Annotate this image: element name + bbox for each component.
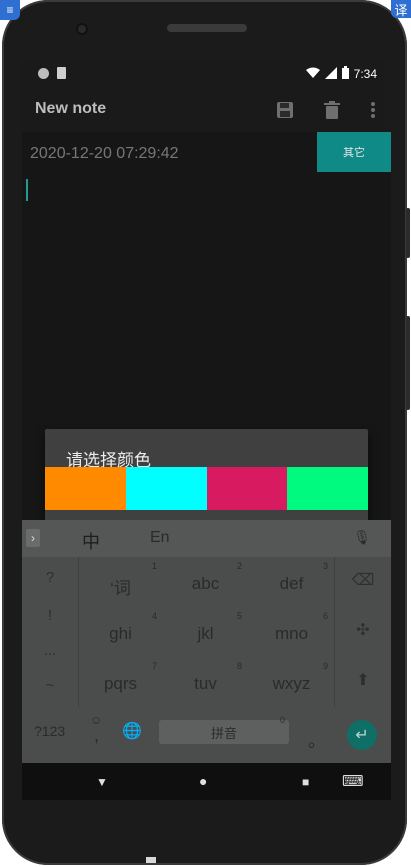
enter-icon[interactable]: ↵ [347, 720, 377, 750]
sd-card-icon [57, 67, 66, 79]
key-1[interactable]: 1 ‘词 [78, 557, 163, 607]
space-key[interactable]: 拼音 [159, 720, 289, 744]
translate-badge: 译 [391, 0, 411, 18]
volume-button [406, 316, 410, 410]
key-ellipsis[interactable]: ... [22, 642, 78, 659]
note-timestamp: 2020-12-20 07:29:42 [30, 145, 179, 162]
app-bar: New note [22, 88, 391, 132]
other-button[interactable]: 其它 [317, 132, 391, 172]
key-symbols[interactable]: ?123 [34, 723, 65, 739]
key-2[interactable]: 2 abc [163, 557, 248, 607]
earpiece-speaker [167, 24, 247, 32]
soft-keyboard: › 中 En 🎙 ? ! ... ~ 1 ‘词 2 abc 3 def 4 gh… [22, 520, 391, 763]
key-exclamation[interactable]: ! [22, 607, 78, 624]
shift-icon[interactable]: ⬆ [335, 670, 391, 690]
key-4[interactable]: 4 ghi [78, 607, 163, 657]
action-column: ⌫ ✣ ⬆ [335, 557, 391, 707]
symbol-column: ? ! ... ~ [22, 557, 78, 707]
screen: 7:34 New note 2020-12-20 07:29:42 其它 请选择… [22, 58, 391, 800]
key-9[interactable]: 9 wxyz [249, 657, 334, 707]
color-swatch-row [45, 467, 368, 510]
key-tilde[interactable]: ~ [22, 677, 78, 694]
key-8[interactable]: 8 tuv [163, 657, 248, 707]
key-6[interactable]: 6 mno [249, 607, 334, 657]
battery-icon [341, 66, 349, 82]
status-right-icons: 7:34 [305, 66, 377, 82]
desktop-fragment [146, 857, 156, 863]
more-vert-icon[interactable] [361, 98, 385, 122]
color-swatch-orange[interactable] [45, 467, 126, 510]
keyboard-bottom-row: ?123 ☺ , 🌐 拼音 0 。 ↵ [22, 707, 391, 763]
color-swatch-pink[interactable] [206, 467, 288, 510]
key-3[interactable]: 3 def [249, 557, 334, 607]
front-camera [76, 23, 88, 35]
color-swatch-cyan[interactable] [125, 467, 207, 510]
color-swatch-green[interactable] [287, 467, 368, 510]
key-period[interactable]: 。 [308, 727, 326, 753]
clock-time: 7:34 [353, 67, 377, 81]
power-button [406, 208, 410, 258]
expand-arrow-icon[interactable]: › [26, 529, 40, 547]
key-7[interactable]: 7 pqrs [78, 657, 163, 707]
space-key-number: 0 [280, 715, 286, 725]
save-icon[interactable] [273, 98, 297, 122]
notification-dot-icon [38, 67, 49, 79]
keyboard-switch-icon[interactable]: ⌨ [342, 772, 364, 790]
phone-frame: 7:34 New note 2020-12-20 07:29:42 其它 请选择… [2, 0, 410, 865]
cursor-move-icon[interactable]: ✣ [335, 620, 391, 640]
note-editor[interactable]: 2020-12-20 07:29:42 其它 请选择颜色 确定 [22, 132, 391, 563]
navigation-bar: ▼ ● ■ ⌨ [22, 763, 391, 800]
space-key-label: 拼音 [210, 725, 237, 741]
wifi-icon [305, 67, 320, 82]
tab-chinese[interactable]: 中 [82, 528, 100, 554]
key-comma[interactable]: , [94, 725, 99, 746]
status-bar: 7:34 [22, 58, 391, 88]
key-5[interactable]: 5 jkl [163, 607, 248, 657]
key-question[interactable]: ? [22, 569, 78, 586]
page-title: New note [35, 100, 107, 117]
microphone-icon[interactable]: 🎙 [353, 529, 371, 546]
delete-icon[interactable] [320, 98, 344, 122]
text-cursor [26, 179, 28, 201]
tab-english[interactable]: En [150, 529, 170, 547]
app-shortcut-icon: ≡ [0, 0, 20, 20]
recents-icon[interactable]: ■ [302, 775, 309, 789]
backspace-icon[interactable]: ⌫ [335, 570, 391, 590]
signal-icon [324, 66, 337, 82]
back-icon[interactable]: ▼ [96, 775, 108, 789]
keyboard-toolbar: › 中 En 🎙 [22, 520, 391, 557]
home-icon[interactable]: ● [199, 773, 207, 789]
status-left-icons [38, 67, 66, 79]
globe-icon[interactable]: 🌐 [122, 721, 142, 741]
